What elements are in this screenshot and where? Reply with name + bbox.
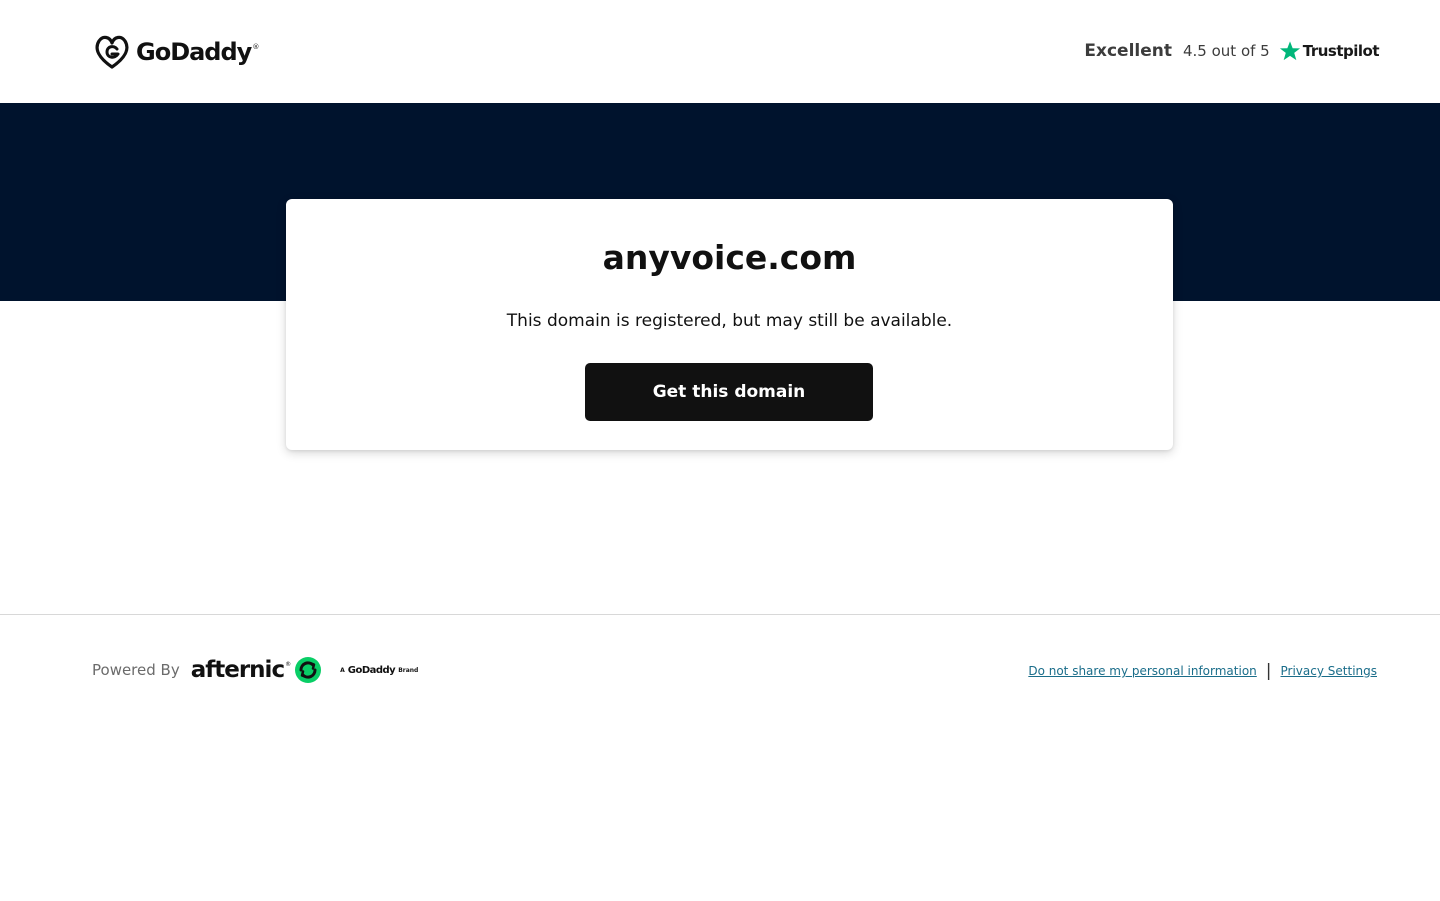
logo-wordmark: GoDaddy — [136, 38, 252, 66]
site-header: GoDaddy ® Excellent 4.5 out of 5 Trustpi… — [0, 0, 1440, 103]
brand-prefix: A — [340, 666, 345, 674]
registered-mark: ® — [252, 43, 260, 51]
brand-name: GoDaddy — [347, 664, 396, 676]
trustpilot-star-icon — [1279, 41, 1300, 61]
trustpilot-wordmark: Trustpilot — [1302, 42, 1380, 60]
brand-suffix: Brand — [398, 666, 419, 674]
rating-word: Excellent — [1084, 41, 1172, 61]
privacy-settings-link[interactable]: Privacy Settings — [1281, 664, 1377, 678]
domain-card: anyvoice.com This domain is registered, … — [286, 199, 1173, 450]
afternic-registered-mark: ® — [285, 660, 292, 668]
site-footer: Powered By afternic ® A GoDaddy Brand Do… — [0, 614, 1440, 901]
footer-links: Do not share my personal information | P… — [1028, 660, 1377, 682]
rating-score: 4.5 out of 5 — [1183, 42, 1270, 60]
godaddy-logo-icon — [95, 35, 129, 69]
trustpilot-rating[interactable]: Excellent 4.5 out of 5 Trustpilot — [1084, 36, 1379, 66]
powered-by: Powered By afternic ® A GoDaddy Brand — [92, 655, 418, 685]
domain-status-message: This domain is registered, but may still… — [506, 311, 953, 331]
footer-separator: | — [1265, 661, 1272, 681]
domain-title: anyvoice.com — [602, 238, 857, 277]
godaddy-brand-note: A GoDaddy Brand — [340, 665, 418, 676]
afternic-wordmark: afternic — [190, 657, 285, 683]
get-domain-button[interactable]: Get this domain — [585, 363, 873, 421]
powered-by-label: Powered By — [92, 661, 180, 679]
afternic-logo-icon — [295, 657, 322, 683]
do-not-share-link[interactable]: Do not share my personal information — [1028, 664, 1256, 678]
godaddy-logo[interactable]: GoDaddy ® — [93, 34, 259, 70]
